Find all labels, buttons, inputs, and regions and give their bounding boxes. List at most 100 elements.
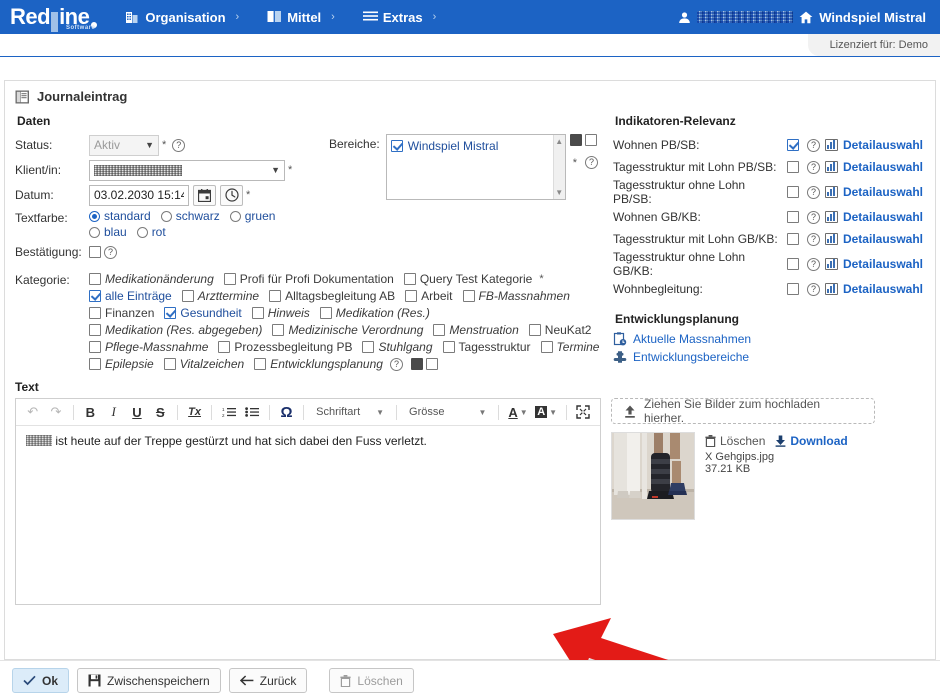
- kategorie-checkbox[interactable]: [254, 358, 267, 370]
- indikator-help-icon[interactable]: ?: [806, 185, 820, 199]
- editor-text-area[interactable]: ist heute auf der Treppe gestürzt und ha…: [16, 426, 600, 604]
- kategorie-option[interactable]: Medikationänderung: [89, 272, 214, 286]
- nav-item-mittel[interactable]: Mittel ›: [253, 0, 349, 34]
- detailauswahl-link[interactable]: Detailauswahl: [843, 257, 923, 271]
- kategorie-option[interactable]: Stuhlgang: [362, 340, 433, 354]
- indikator-help-icon[interactable]: ?: [806, 232, 820, 246]
- scroll-down-icon[interactable]: ▼: [555, 188, 563, 197]
- indikator-checkbox[interactable]: [786, 258, 799, 270]
- nav-item-organisation[interactable]: Organisation ›: [111, 0, 253, 34]
- kategorie-checkbox[interactable]: [181, 290, 194, 302]
- kategorie-checkbox[interactable]: [89, 341, 101, 353]
- kategorie-option[interactable]: NeuKat2: [528, 323, 591, 337]
- kategorie-checkbox[interactable]: [319, 307, 332, 319]
- kategorie-option[interactable]: Medikation (Res.): [319, 306, 430, 320]
- link-aktuelle-massnahmen[interactable]: Aktuelle Massnahmen: [613, 332, 923, 346]
- nav-item-extras[interactable]: Extras ›: [349, 0, 450, 34]
- current-user[interactable]: [678, 11, 799, 24]
- kategorie-checkbox[interactable]: [89, 324, 101, 336]
- delete-file-button[interactable]: Löschen: [705, 434, 765, 448]
- kategorie-checkbox[interactable]: [251, 307, 264, 319]
- kategorie-entwicklungsplanung-help-icon[interactable]: ?: [389, 357, 403, 371]
- font-size-select[interactable]: Grösse ▼: [403, 406, 492, 418]
- klient-select[interactable]: ▼: [89, 159, 285, 181]
- file-thumbnail[interactable]: [611, 432, 695, 520]
- detailauswahl-link[interactable]: Detailauswahl: [843, 210, 923, 224]
- kategorie-option[interactable]: Query Test Kategorie *: [403, 272, 547, 286]
- kategorie-option[interactable]: FB-Massnahmen: [462, 289, 570, 303]
- kategorie-option[interactable]: Arzttermine: [181, 289, 259, 303]
- indikator-help-icon[interactable]: ?: [806, 282, 820, 296]
- radio-textfarbe-standard[interactable]: standard: [89, 209, 151, 223]
- kategorie-option[interactable]: Arbeit: [405, 289, 453, 303]
- kategorie-checkbox[interactable]: [223, 273, 236, 285]
- radio-textfarbe-gruen[interactable]: gruen: [229, 209, 275, 223]
- bestaetigung-help-icon[interactable]: ?: [104, 245, 117, 259]
- image-dropzone[interactable]: Ziehen Sie Bilder zum hochladen hierher.: [611, 397, 875, 425]
- redo-icon[interactable]: ↷: [45, 401, 66, 423]
- status-select[interactable]: Aktiv ▼: [89, 134, 159, 156]
- kategorie-checkbox[interactable]: [405, 290, 418, 302]
- kategorie-option[interactable]: Menstruation: [433, 323, 519, 337]
- indikator-help-icon[interactable]: ?: [806, 257, 820, 271]
- detailauswahl-link[interactable]: Detailauswahl: [843, 232, 923, 246]
- indikator-help-icon[interactable]: ?: [806, 160, 820, 174]
- bereiche-select-none-toggle[interactable]: [584, 134, 597, 146]
- bereiche-scrollbar[interactable]: ▲ ▼: [552, 135, 565, 199]
- scroll-up-icon[interactable]: ▲: [555, 137, 563, 146]
- kategorie-checkbox[interactable]: [269, 290, 282, 302]
- italic-icon[interactable]: I: [103, 401, 124, 423]
- kategorie-option[interactable]: Alltagsbegleitung AB: [269, 289, 395, 303]
- zwischenspeichern-button[interactable]: Zwischenspeichern: [77, 668, 221, 693]
- kategorie-option[interactable]: Profi für Profi Dokumentation: [223, 272, 394, 286]
- link-entwicklungsbereiche[interactable]: Entwicklungsbereiche: [613, 350, 923, 364]
- bereiche-item-checkbox[interactable]: [390, 140, 403, 152]
- kategorie-checkbox[interactable]: [89, 273, 101, 285]
- indikator-help-icon[interactable]: ?: [806, 138, 820, 152]
- kategorie-option[interactable]: Medikation (Res. abgegeben): [89, 323, 262, 337]
- kategorie-option[interactable]: Gesundheit: [164, 306, 242, 320]
- ordered-list-icon[interactable]: 12: [218, 401, 239, 423]
- radio-textfarbe-schwarz[interactable]: schwarz: [160, 209, 220, 223]
- kategorie-checkbox[interactable]: [433, 324, 446, 336]
- kategorie-option[interactable]: alle Einträge: [89, 289, 172, 303]
- undo-icon[interactable]: ↶: [22, 401, 43, 423]
- bereiche-listbox[interactable]: Windspiel Mistral ▲ ▼: [385, 134, 566, 200]
- indikator-checkbox[interactable]: [786, 139, 799, 151]
- kategorie-option[interactable]: Medizinische Verordnung: [272, 323, 423, 337]
- font-family-select[interactable]: Schriftart ▼: [310, 406, 390, 418]
- bereiche-select-all-toggle[interactable]: [569, 134, 582, 146]
- ok-button[interactable]: Ok: [12, 668, 70, 693]
- kategorie-option[interactable]: Pflege-Massnahme: [89, 340, 208, 354]
- kategorie-checkbox[interactable]: [403, 273, 416, 285]
- kategorie-option[interactable]: Termine: [540, 340, 599, 354]
- bold-icon[interactable]: B: [80, 401, 101, 423]
- kategorie-option[interactable]: Finanzen: [89, 306, 154, 320]
- strikethrough-icon[interactable]: S: [150, 401, 171, 423]
- home-organisation-link[interactable]: Windspiel Mistral: [799, 10, 930, 25]
- detailauswahl-link[interactable]: Detailauswahl: [843, 282, 923, 296]
- detailauswahl-link[interactable]: Detailauswahl: [843, 160, 923, 174]
- indikator-checkbox[interactable]: [786, 161, 799, 173]
- detailauswahl-link[interactable]: Detailauswahl: [843, 185, 923, 199]
- kategorie-checkbox[interactable]: [164, 307, 177, 319]
- kategorie-checkbox[interactable]: [218, 341, 231, 353]
- kategorie-option[interactable]: Entwicklungsplanung: [254, 357, 383, 371]
- status-help-icon[interactable]: ?: [172, 138, 186, 152]
- radio-textfarbe-rot[interactable]: rot: [136, 225, 166, 239]
- bereiche-help-icon[interactable]: ?: [584, 156, 598, 169]
- kategorie-option[interactable]: Tagesstruktur: [442, 340, 531, 354]
- kategorie-option[interactable]: Prozessbegleitung PB: [218, 340, 352, 354]
- bereiche-list-item[interactable]: Windspiel Mistral: [390, 139, 561, 153]
- bullet-list-icon[interactable]: [242, 401, 263, 423]
- indikator-checkbox[interactable]: [786, 186, 799, 198]
- bestaetigung-checkbox[interactable]: [89, 246, 101, 258]
- indikator-checkbox[interactable]: [786, 283, 799, 295]
- clock-icon[interactable]: [220, 184, 243, 206]
- background-color-icon[interactable]: A ▼: [533, 401, 560, 423]
- kategorie-option[interactable]: Vitalzeichen: [163, 357, 244, 371]
- radio-textfarbe-blau[interactable]: blau: [89, 225, 127, 239]
- calendar-icon[interactable]: [193, 184, 216, 206]
- kategorie-checkbox[interactable]: [540, 341, 553, 353]
- kategorie-checkbox[interactable]: [528, 324, 541, 336]
